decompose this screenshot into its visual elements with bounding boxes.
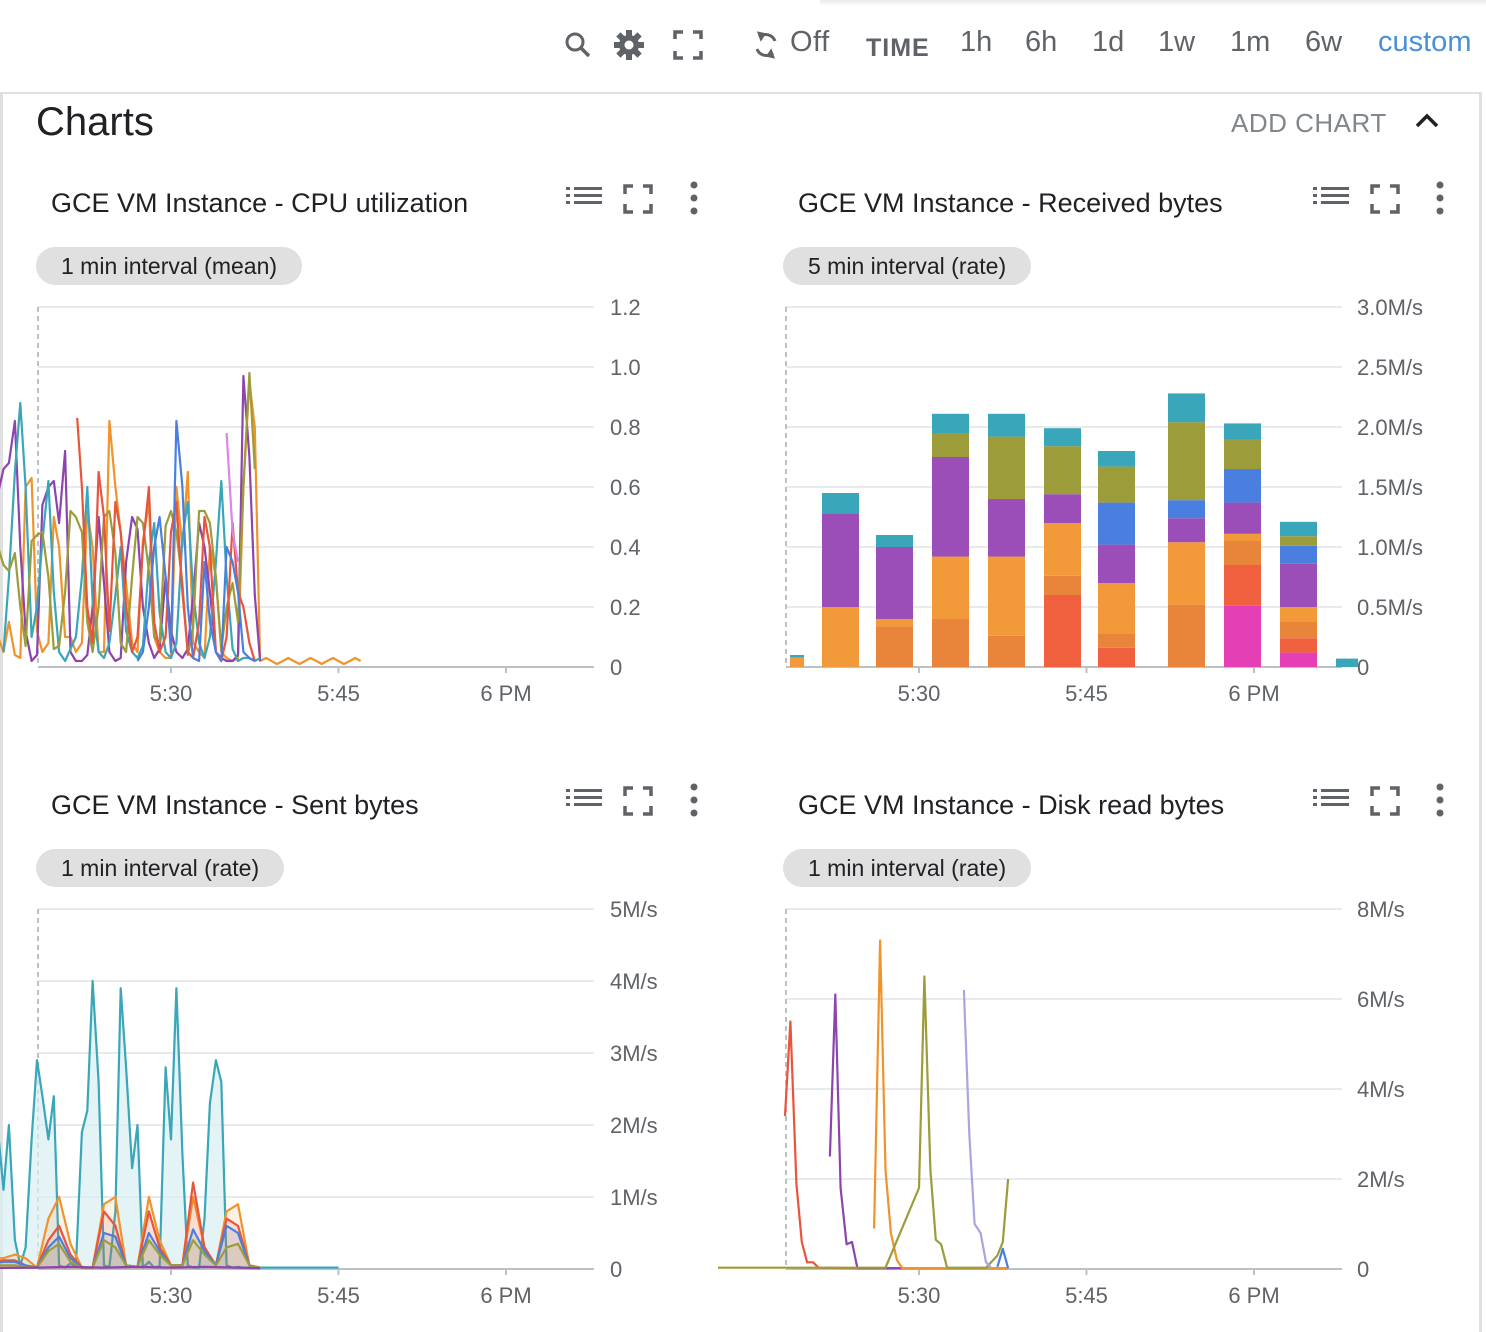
expand-icon[interactable] — [622, 183, 654, 215]
time-label: TIME — [866, 34, 930, 62]
legend-icon[interactable] — [565, 785, 605, 815]
interval-chip-received[interactable]: 5 min interval (rate) — [783, 247, 1032, 285]
range-1m[interactable]: 1m — [1230, 26, 1270, 59]
chart-title-disk: GCE VM Instance - Disk read bytes — [798, 790, 1225, 820]
auto-refresh-label[interactable]: Off — [790, 26, 830, 59]
chevron-up-icon[interactable] — [1410, 104, 1444, 138]
toolbar-shadow — [820, 0, 1486, 6]
interval-chip-disk[interactable]: 1 min interval (rate) — [783, 849, 1032, 887]
panel-title: Charts — [36, 100, 154, 144]
more-vert-icon[interactable] — [686, 180, 702, 218]
more-vert-icon[interactable] — [686, 782, 702, 820]
range-1d[interactable]: 1d — [1092, 26, 1124, 59]
more-vert-icon[interactable] — [1432, 782, 1448, 820]
range-1w[interactable]: 1w — [1158, 26, 1195, 59]
legend-icon[interactable] — [1312, 183, 1352, 213]
search-icon[interactable] — [562, 28, 594, 62]
top-toolbar: Off TIME 1h 6h 1d 1w 1m 6w custom — [0, 0, 1486, 92]
more-vert-icon[interactable] — [1432, 180, 1448, 218]
legend-icon[interactable] — [565, 183, 605, 213]
refresh-icon[interactable] — [750, 28, 782, 62]
expand-icon[interactable] — [1369, 183, 1401, 215]
legend-icon[interactable] — [1312, 785, 1352, 815]
range-6w[interactable]: 6w — [1305, 26, 1342, 59]
gear-icon[interactable] — [613, 28, 645, 62]
chart-title-cpu: GCE VM Instance - CPU utilization — [51, 188, 469, 218]
range-1h[interactable]: 1h — [960, 26, 992, 59]
expand-icon[interactable] — [1369, 785, 1401, 817]
range-6h[interactable]: 6h — [1025, 26, 1057, 59]
fullscreen-icon[interactable] — [672, 28, 704, 62]
add-chart-button[interactable]: ADD CHART — [1231, 108, 1387, 139]
chart-title-sent: GCE VM Instance - Sent bytes — [51, 790, 419, 820]
interval-chip-cpu[interactable]: 1 min interval (mean) — [36, 247, 303, 285]
chart-title-received: GCE VM Instance - Received bytes — [798, 188, 1223, 218]
expand-icon[interactable] — [622, 785, 654, 817]
interval-chip-sent[interactable]: 1 min interval (rate) — [36, 849, 285, 887]
range-custom[interactable]: custom — [1378, 26, 1471, 59]
